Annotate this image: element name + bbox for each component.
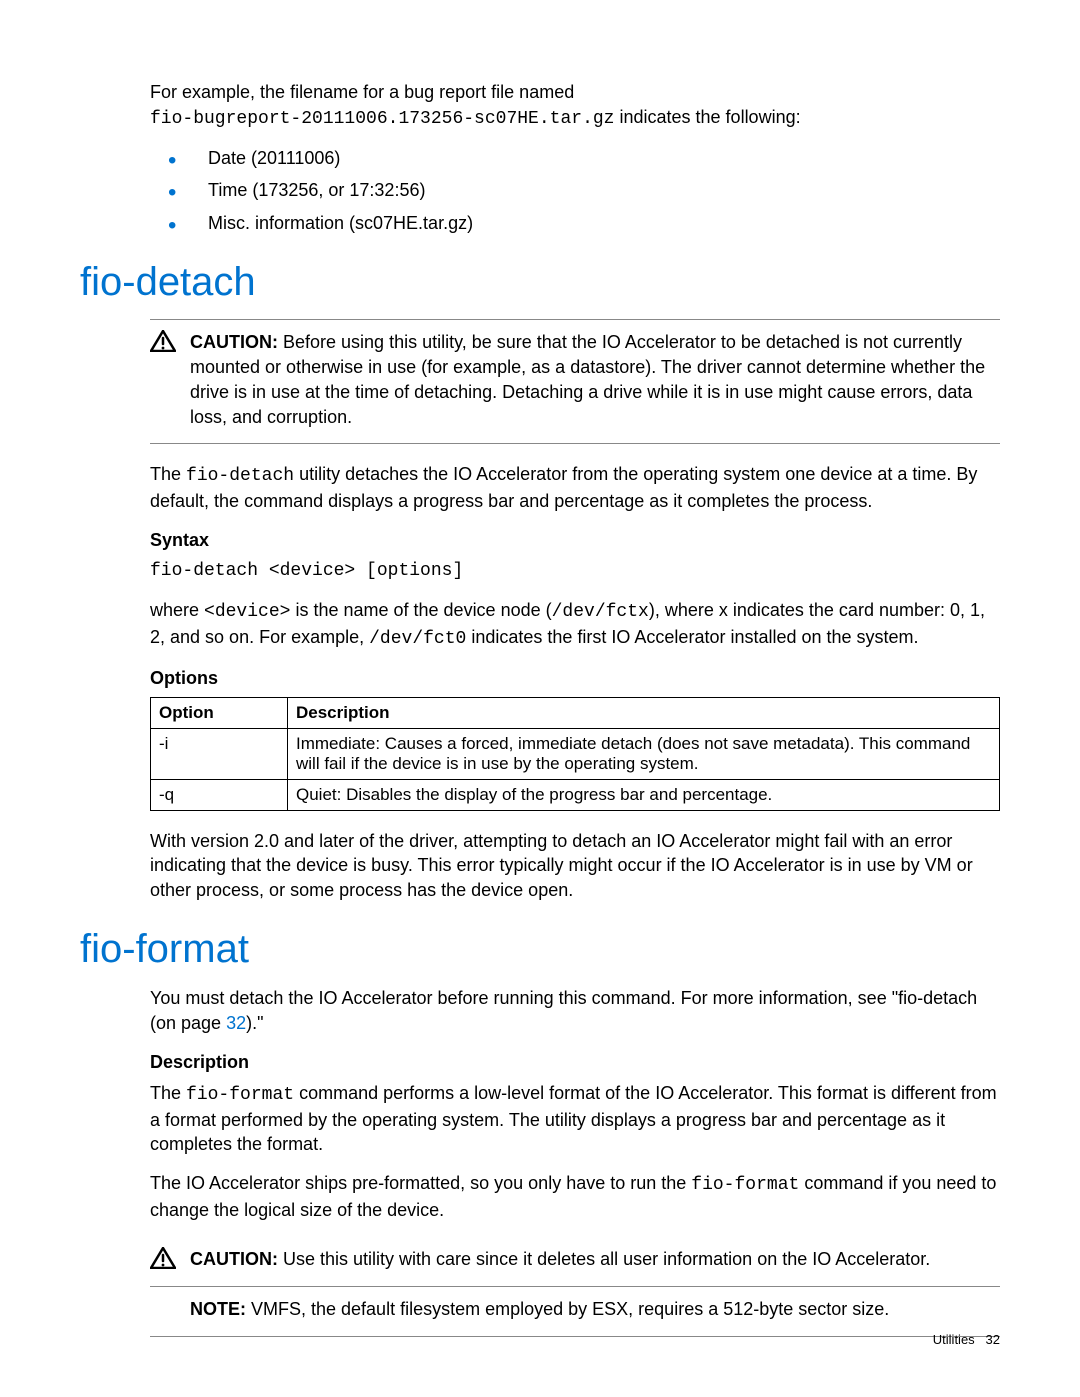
code-fio-format: fio-format [186,1085,294,1105]
page-link-32[interactable]: 32 [226,1013,246,1033]
detach-body: The fio-detach utility detaches the IO A… [150,462,1000,903]
caution-text: Use this utility with care since it dele… [278,1249,930,1269]
t: The IO Accelerator ships pre-formatted, … [150,1173,691,1193]
format-desc-para: The fio-format command performs a low-le… [150,1081,1000,1157]
intro-line1: For example, the filename for a bug repo… [150,82,574,102]
detach-para1: The fio-detach utility detaches the IO A… [150,462,1000,514]
t: )." [246,1013,263,1033]
caution-body: CAUTION: Before using this utility, be s… [150,320,1000,444]
page-footer: Utilities 32 [933,1332,1000,1347]
footer-section: Utilities [933,1332,975,1347]
heading-fio-format: fio-format [80,927,1000,972]
t: indicates the first IO Accelerator insta… [466,627,918,647]
intro-block: For example, the filename for a bug repo… [150,80,1000,236]
where-para: where <device> is the name of the device… [150,598,1000,652]
table-row: -i Immediate: Causes a forced, immediate… [151,728,1000,779]
intro-filename-code: fio-bugreport-20111006.173256-sc07HE.tar… [150,109,614,129]
intro-line2: indicates the following: [614,107,800,127]
opt-i-desc: Immediate: Causes a forced, immediate de… [288,728,1000,779]
t: where [150,600,204,620]
caution-text: Before using this utility, be sure that … [190,332,985,426]
code-dev-fct0: /dev/fct0 [369,629,466,649]
opt-i: -i [151,728,288,779]
caution-icon [150,330,176,352]
code-fio-detach: fio-detach [186,466,294,486]
bullet-time: Time (173256, or 17:32:56) [150,178,1000,203]
syntax-code: fio-detach <device> [options] [150,559,1000,584]
description-label: Description [150,1052,1000,1073]
th-description: Description [288,697,1000,728]
syntax-label: Syntax [150,530,1000,551]
code-dev-fctx: /dev/fctx [552,602,649,622]
table-row: -q Quiet: Disables the display of the pr… [151,779,1000,810]
format-body: You must detach the IO Accelerator befor… [150,986,1000,1223]
options-label: Options [150,668,1000,689]
caution-body: CAUTION: Use this utility with care sinc… [150,1237,1000,1287]
format-preformatted-para: The IO Accelerator ships pre-formatted, … [150,1171,1000,1223]
detach-busy-para: With version 2.0 and later of the driver… [150,829,1000,903]
detach-caution: CAUTION: Before using this utility, be s… [150,319,1000,444]
footer-page: 32 [986,1332,1000,1347]
opt-q-desc: Quiet: Disables the display of the progr… [288,779,1000,810]
code-fio-format2: fio-format [691,1175,799,1195]
heading-fio-detach: fio-detach [80,260,1000,305]
t: The [150,464,186,484]
code-device: <device> [204,602,290,622]
t: is the name of the device node ( [290,600,551,620]
caution-label: CAUTION: [190,1249,278,1269]
opt-q: -q [151,779,288,810]
format-caution: CAUTION: Use this utility with care sinc… [150,1237,1000,1337]
caution-icon [150,1247,176,1269]
format-must-detach: You must detach the IO Accelerator befor… [150,986,1000,1036]
note-text: VMFS, the default filesystem employed by… [246,1299,889,1319]
page: For example, the filename for a bug repo… [0,0,1080,1397]
t: You must detach the IO Accelerator befor… [150,988,977,1033]
t: The [150,1083,186,1103]
bullet-misc: Misc. information (sc07HE.tar.gz) [150,211,1000,236]
th-option: Option [151,697,288,728]
note-body: NOTE: VMFS, the default filesystem emplo… [150,1287,1000,1337]
intro-sentence: For example, the filename for a bug repo… [150,80,1000,132]
caution-label: CAUTION: [190,332,278,352]
table-header-row: Option Description [151,697,1000,728]
bullet-date: Date (20111006) [150,146,1000,171]
note-label: NOTE: [190,1299,246,1319]
options-table: Option Description -i Immediate: Causes … [150,697,1000,811]
intro-bullets: Date (20111006) Time (173256, or 17:32:5… [150,146,1000,236]
